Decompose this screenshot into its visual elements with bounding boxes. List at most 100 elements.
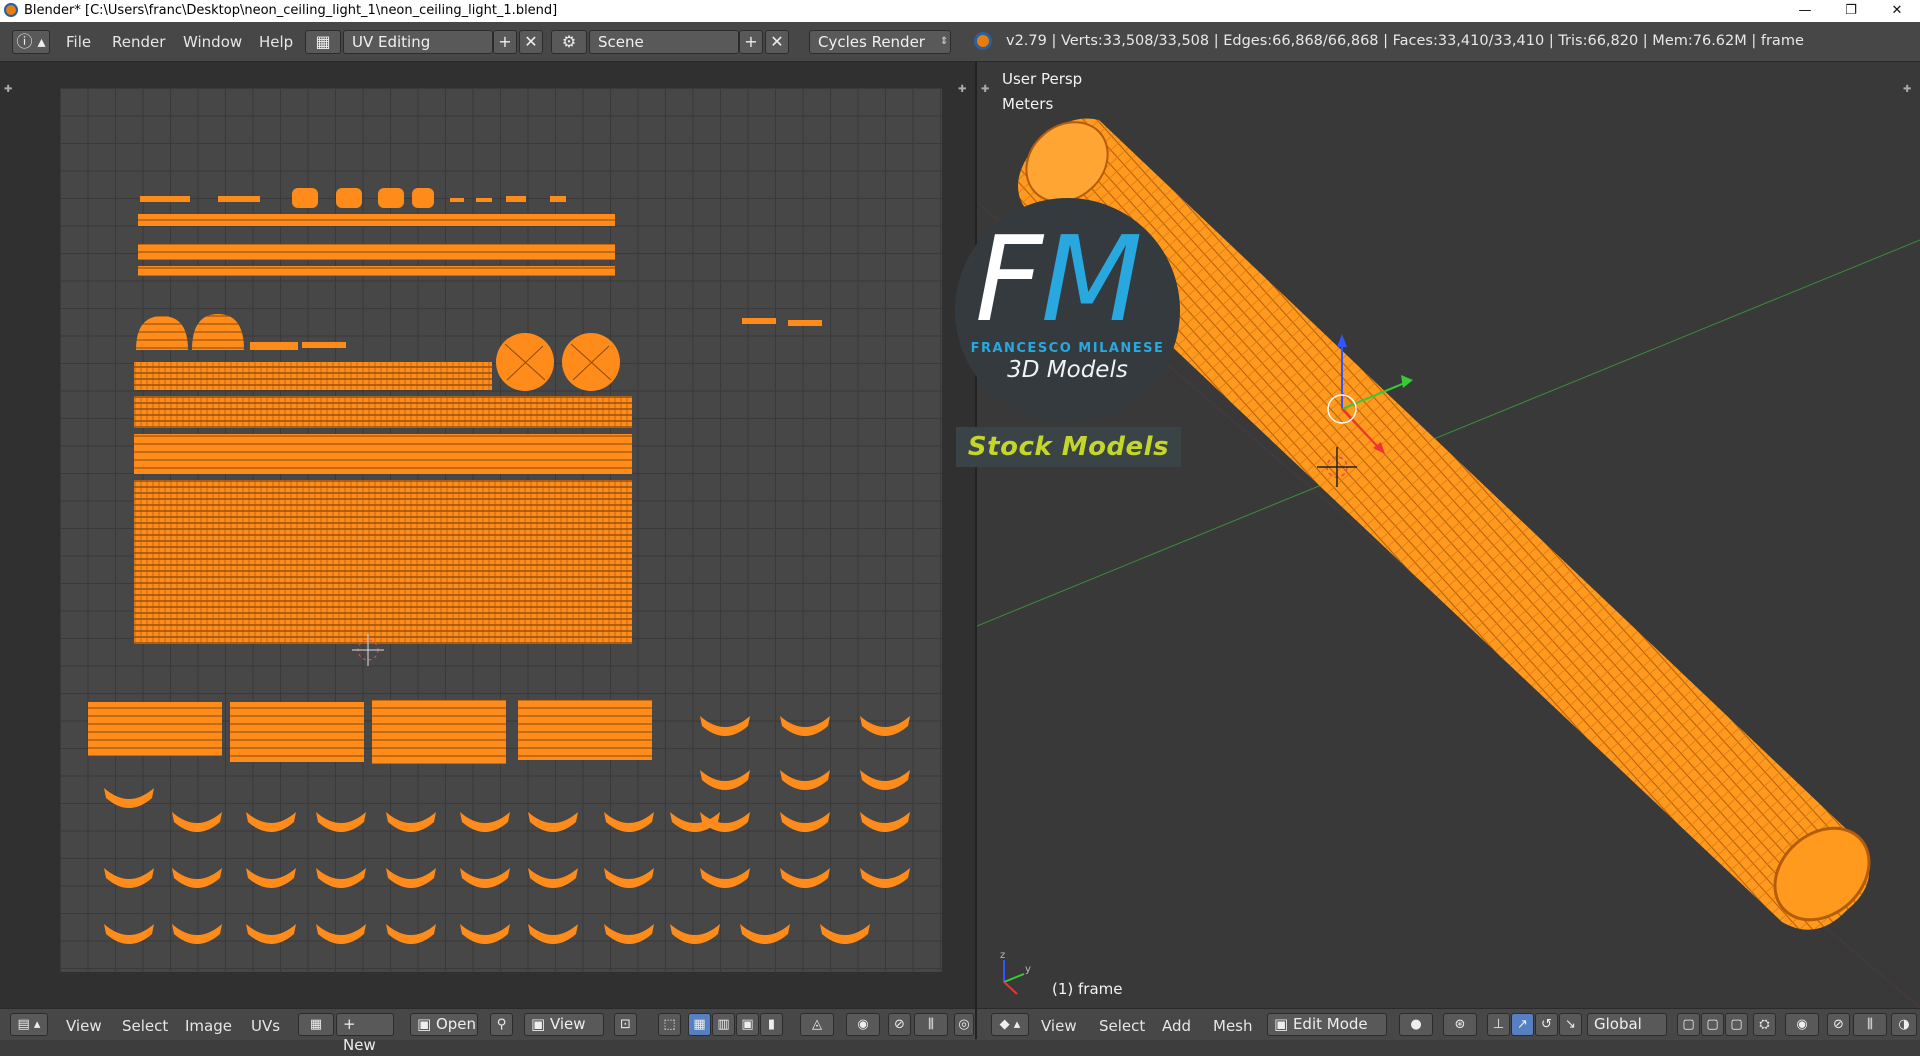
uv-select-face-icon[interactable]: ▥ — [712, 1013, 735, 1036]
remove-screen-icon[interactable]: ✕ — [519, 30, 543, 54]
uv-arc-island — [780, 812, 830, 832]
minimize-button[interactable]: — — [1782, 0, 1828, 22]
viewport-snap-element-icon[interactable]: ⫼ — [1853, 1013, 1887, 1036]
screen-layout-field[interactable]: UV Editing — [343, 30, 493, 54]
uv-menu-image[interactable]: Image — [185, 1017, 232, 1035]
uv-select-vertex-icon[interactable]: ⬚ — [658, 1013, 681, 1036]
menu-window[interactable]: Window — [183, 33, 242, 51]
manipulator-toggle-icon[interactable]: ⊥ — [1487, 1013, 1510, 1036]
remove-scene-icon[interactable]: ✕ — [765, 30, 789, 54]
uv-sticky-mode-icon[interactable]: ▮ — [760, 1013, 783, 1036]
viewport-menu-mesh[interactable]: Mesh — [1213, 1017, 1253, 1035]
transform-orientation-select[interactable]: Global — [1587, 1013, 1667, 1036]
uv-arc-island — [528, 868, 578, 888]
scene-statistics: v2.79 | Verts:33,508/33,508 | Edges:66,8… — [1006, 33, 1804, 49]
uv-arc-island — [670, 924, 720, 944]
add-scene-icon[interactable]: + — [739, 30, 763, 54]
editor-type-info-icon[interactable]: ⓘ ▴ — [12, 30, 50, 54]
uv-image-editor[interactable]: ✚ ✚ — [0, 62, 975, 1008]
maximize-button[interactable]: ❐ — [1828, 0, 1874, 22]
layer-icon-3[interactable]: ▢ — [1725, 1013, 1748, 1036]
uv-arc-island — [316, 924, 366, 944]
viewport-scene: z y — [977, 118, 1920, 1008]
uv-arc-island — [460, 924, 510, 944]
uv-arc-island — [172, 924, 222, 944]
viewport-snap-icon[interactable]: ⊘ — [1827, 1013, 1850, 1036]
uv-arc-island — [104, 868, 154, 888]
uv-arc-island — [860, 812, 910, 832]
menu-render[interactable]: Render — [112, 33, 165, 51]
watermark-logo-letters: FM — [975, 210, 1143, 348]
pivot-point-icon[interactable]: ◬ — [800, 1013, 834, 1036]
3d-viewport[interactable]: User Persp Meters (1) frame ✚ ✚ z y — [977, 62, 1920, 1008]
proportional-edit-icon[interactable]: ◉ — [846, 1013, 880, 1036]
watermark-subtitle: 3D Models — [1007, 357, 1128, 383]
editor-type-image-icon[interactable]: ▤ ▴ — [10, 1013, 48, 1036]
uv-arc-island — [700, 770, 750, 790]
pin-image-icon[interactable]: ⚲ — [490, 1013, 513, 1036]
uv-islands — [88, 188, 910, 944]
uv-arc-island — [604, 812, 654, 832]
uv-select-island-icon[interactable]: ▣ — [736, 1013, 759, 1036]
uv-arc-island — [316, 812, 366, 832]
editor-type-3d-icon[interactable]: ◆ ▴ — [991, 1013, 1029, 1036]
viewport-menu-view[interactable]: View — [1041, 1017, 1077, 1035]
uv-menu-select[interactable]: Select — [122, 1017, 168, 1035]
uv-overflow-icon[interactable]: ◎ — [954, 1013, 974, 1036]
pivot-center-icon[interactable]: ⊛ — [1443, 1013, 1477, 1036]
screen-layout-icon[interactable]: ▦ — [305, 30, 341, 54]
uv-arc-island — [172, 868, 222, 888]
interaction-mode-select[interactable]: ▣ Edit Mode — [1267, 1013, 1387, 1036]
viewport-proportional-icon[interactable]: ◉ — [1785, 1013, 1819, 1036]
uv-menu-view[interactable]: View — [66, 1017, 102, 1035]
region-toggle-right-icon[interactable]: ✚ — [958, 84, 966, 95]
uv-arc-island — [528, 812, 578, 832]
image-view-select[interactable]: ▣ View — [524, 1013, 604, 1036]
rotate-manipulator-icon[interactable]: ↺ — [1535, 1013, 1558, 1036]
render-engine-select[interactable]: Cycles Render — [809, 30, 951, 54]
uv-select-edge-icon[interactable]: ▦ — [688, 1013, 711, 1036]
uv-island-end-caps — [496, 333, 620, 391]
scene-field[interactable]: Scene — [589, 30, 739, 54]
scale-manipulator-icon[interactable]: ↘ — [1559, 1013, 1582, 1036]
uv-arc-island — [860, 770, 910, 790]
region-toggle-left-icon[interactable]: ✚ — [4, 84, 12, 95]
occlusion-icon[interactable]: ⛭ — [1753, 1013, 1776, 1036]
uv-arc-island — [460, 812, 510, 832]
uv-arc-island — [246, 868, 296, 888]
menu-help[interactable]: Help — [259, 33, 293, 51]
translate-manipulator-icon[interactable]: ↗ — [1511, 1013, 1534, 1036]
uv-menu-uvs[interactable]: UVs — [251, 1017, 280, 1035]
uv-sync-selection-icon[interactable]: ⊡ — [614, 1013, 637, 1036]
image-browse-icon[interactable]: ▦ — [298, 1013, 334, 1036]
uv-grid-canvas[interactable] — [60, 88, 942, 972]
close-window-button[interactable]: ✕ — [1874, 0, 1920, 22]
uv-arc-island — [700, 716, 750, 736]
window-title-bar: Blender* [C:\Users\franc\Desktop\neon_ce… — [0, 0, 1920, 22]
snap-element-icon[interactable]: ⫼ — [914, 1013, 948, 1036]
uv-arc-island — [604, 924, 654, 944]
viewport-menu-select[interactable]: Select — [1099, 1017, 1145, 1035]
menu-file[interactable]: File — [66, 33, 91, 51]
uv-arc-island — [780, 868, 830, 888]
uv-arc-island — [104, 788, 154, 808]
layer-icon-1[interactable]: ▢ — [1677, 1013, 1700, 1036]
uv-arc-island — [246, 812, 296, 832]
uv-arc-island — [172, 812, 222, 832]
uv-arc-island — [104, 924, 154, 944]
add-screen-icon[interactable]: + — [493, 30, 517, 54]
uv-arc-island — [780, 716, 830, 736]
viewport-overflow-icon[interactable]: ◑ — [1891, 1013, 1917, 1036]
scene-icon[interactable]: ⚙ — [551, 30, 587, 54]
uv-arc-island — [780, 770, 830, 790]
uv-arc-island — [246, 924, 296, 944]
snap-icon[interactable]: ⊘ — [888, 1013, 911, 1036]
uv-arc-island — [528, 924, 578, 944]
view-axis-widget: z y — [1000, 950, 1031, 995]
new-image-button[interactable]: + New — [336, 1013, 394, 1054]
open-image-button[interactable]: ▣ Open — [410, 1013, 478, 1036]
viewport-menu-add[interactable]: Add — [1162, 1017, 1191, 1035]
layer-icon-2[interactable]: ▢ — [1701, 1013, 1724, 1036]
viewport-shading-icon[interactable]: ● — [1399, 1013, 1433, 1036]
blender-logo-icon — [4, 3, 18, 17]
